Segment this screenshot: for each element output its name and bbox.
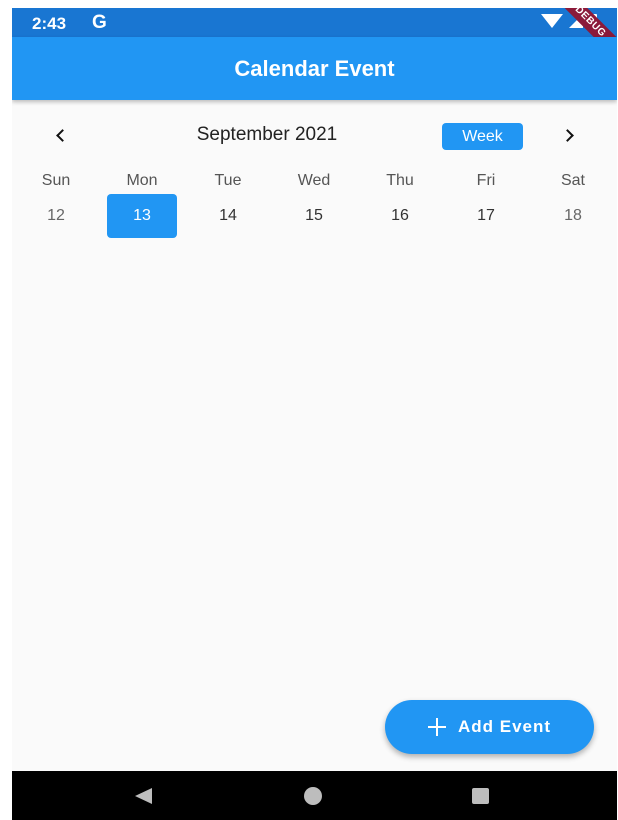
day-of-week-label: Wed [297,172,331,189]
day-of-week-label: Tue [214,172,242,189]
back-icon[interactable] [135,788,152,804]
day-of-week-label: Sun [41,172,71,189]
week-view-button[interactable]: Week [442,123,523,150]
month-title: September 2021 [196,124,338,145]
next-week-button[interactable] [554,122,584,148]
date-cell[interactable]: 17 [451,194,521,238]
date-cell[interactable]: 14 [193,194,263,238]
plus-icon [427,718,446,736]
wifi-icon [541,14,563,28]
date-cell-selected[interactable]: 13 [107,194,177,238]
day-of-week-row: Sun Mon Tue Wed Thu Fri Sat [12,170,617,190]
chevron-left-icon [55,128,69,142]
app-bar: Calendar Event [12,37,617,100]
day-of-week-label: Fri [476,172,496,189]
date-cell[interactable]: 15 [279,194,349,238]
day-of-week-label: Thu [386,172,414,189]
day-of-week-label: Sat [560,172,585,189]
system-nav-bar [12,771,617,820]
recents-icon[interactable] [472,788,489,804]
date-row: 12 13 14 15 16 17 18 [12,194,617,240]
status-time: 2:43 [32,14,67,33]
app-title: Calendar Event [234,55,395,81]
date-cell[interactable]: 16 [365,194,435,238]
chevron-right-icon [560,128,574,142]
date-cell[interactable]: 12 [21,194,91,238]
day-of-week-label: Mon [126,172,158,189]
phone-screen: 2:43 G DEBUG Calendar Event September 20… [12,8,617,820]
status-bar: 2:43 G DEBUG [12,8,617,67]
add-event-label: Add Event [457,717,552,736]
home-icon[interactable] [304,787,322,805]
google-icon: G [92,12,107,33]
date-cell[interactable]: 18 [538,194,608,238]
add-event-button[interactable]: Add Event [385,700,594,754]
calendar-header: September 2021 Week [12,118,617,152]
previous-week-button[interactable] [45,122,75,148]
